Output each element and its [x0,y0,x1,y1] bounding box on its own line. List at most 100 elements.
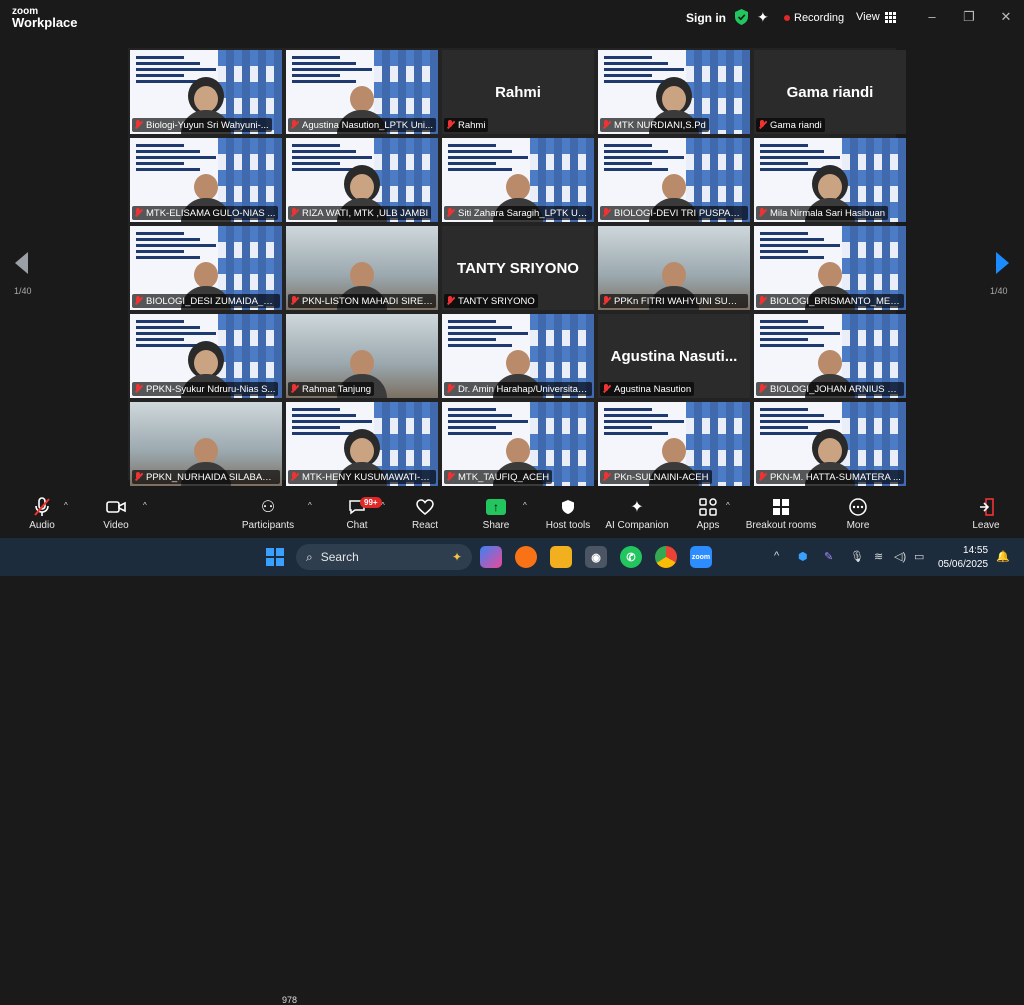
participants-icon: ⚇ [260,499,276,516]
taskbar-search-box[interactable]: ⌕ Search ✦ [296,544,472,570]
previous-page-arrow-icon[interactable] [15,252,28,274]
file-explorer-app-icon[interactable] [550,546,572,568]
sign-in-button[interactable]: Sign in [686,11,726,25]
participant-name: Gama riandi [770,119,822,131]
close-icon[interactable]: ✕ [999,10,1013,24]
participant-tile[interactable]: PPKN-Syukur Ndruru-Nias S... [130,314,282,398]
wifi-icon[interactable]: ≋ [874,550,883,563]
participant-name-tag: BIOLOGI_JOHAN ARNIUS LA... [756,382,904,396]
more-button[interactable]: More [838,496,878,531]
restore-icon[interactable]: ❐ [962,10,976,24]
react-label: React [411,520,439,531]
participant-name: Rahmat Tanjung [302,383,372,395]
volume-icon[interactable]: ◁) [894,550,906,563]
participant-name-tag: Mila Nirmala Sari Hasibuan [756,206,889,220]
participant-tile[interactable]: Siti Zahara Saragih_LPTK ULB [442,138,594,222]
share-options-chevron-icon[interactable]: ^ [523,501,527,510]
security-shield-icon[interactable] [734,9,749,25]
camera-app-icon[interactable]: ◉ [585,546,607,568]
chat-label: Chat [346,520,368,531]
firefox-app-icon[interactable] [515,546,537,568]
participant-tile[interactable]: MTK-HENY KUSUMAWATI-L... [286,402,438,486]
apps-options-chevron-icon[interactable]: ^ [726,501,730,510]
participant-tile[interactable]: Gama riandi Gama riandi [754,50,906,134]
participant-name: TANTY SRIYONO [458,295,535,307]
participant-tile[interactable]: PKn-SULNAINI-ACEH [598,402,750,486]
muted-mic-icon [290,208,299,218]
defender-icon[interactable]: ⬢ [798,550,808,563]
muted-mic-icon [290,120,299,130]
participant-name: Rahmi [458,119,486,131]
video-button[interactable]: Video [96,496,136,531]
next-page-arrow-icon[interactable] [996,252,1009,274]
minimize-icon[interactable]: – [925,10,939,24]
muted-microphone-icon [34,497,50,516]
participant-name-tag: BIOLOGI-DEVI TRI PUSPAND... [600,206,748,220]
copilot-app-icon[interactable] [480,546,502,568]
participant-name: BIOLOGI-DEVI TRI PUSPAND... [614,207,745,219]
view-button[interactable]: View [856,11,896,23]
share-label: Share [482,520,510,531]
zoom-logo: zoom Workplace [12,6,78,29]
participants-options-chevron-icon[interactable]: ^ [308,501,312,510]
audio-options-chevron-icon[interactable]: ^ [64,501,68,510]
participant-name-tag: PKn-SULNAINI-ACEH [600,470,712,484]
participant-tile[interactable]: Mila Nirmala Sari Hasibuan [754,138,906,222]
breakout-rooms-button[interactable]: Breakout rooms [743,496,819,531]
pen-app-icon[interactable]: ✎ [824,550,833,563]
participant-tile[interactable]: PKN-LISTON MAHADI SIREG... [286,226,438,310]
participant-tile[interactable]: PPKn FITRI WAHYUNI SUMA... [598,226,750,310]
participant-tile[interactable]: PPKN_NURHAIDA SILABAN_... [130,402,282,486]
whatsapp-app-icon[interactable]: ✆ [620,546,642,568]
taskbar-clock[interactable]: 14:55 05/06/2025 [938,544,988,572]
apps-button[interactable]: Apps [688,496,728,531]
participant-tile[interactable]: RIZA WATI, MTK ,ULB JAMBI [286,138,438,222]
notification-bell-icon[interactable]: 🔔 [996,550,1010,563]
participant-tile[interactable]: MTK_TAUFIQ_ACEH [442,402,594,486]
video-label: Video [103,520,129,531]
microphone-tray-icon[interactable]: 🎙 [850,550,864,563]
video-options-chevron-icon[interactable]: ^ [143,501,147,510]
participant-tile[interactable]: TANTY SRIYONO TANTY SRIYONO [442,226,594,310]
participant-tile[interactable]: BIOLOGI-DEVI TRI PUSPAND... [598,138,750,222]
leave-button[interactable]: Leave [966,496,1006,531]
page-indicator-left: 1/40 [14,286,32,296]
ai-companion-button[interactable]: ✦ AI Companion [603,496,671,531]
battery-icon[interactable]: ▭ [914,550,924,563]
participant-name-tag: MTK NURDIANI,S.Pd [600,118,709,132]
participant-tile[interactable]: Biologi-Yuyun Sri Wahyuni-... [130,50,282,134]
chrome-app-icon[interactable] [655,546,677,568]
participant-name: Dr. Amin Harahap/Universitas L... [458,383,589,395]
participant-tile[interactable]: Agustina Nasuti... Agustina Nasution [598,314,750,398]
participant-tile[interactable]: Rahmat Tanjung [286,314,438,398]
share-button[interactable]: ↑ Share [476,496,516,531]
recording-indicator[interactable]: Recording [784,12,844,24]
ai-sparkle-icon[interactable]: ✦ [757,9,769,26]
participant-tile[interactable]: Dr. Amin Harahap/Universitas L... [442,314,594,398]
muted-mic-icon [446,120,455,130]
participant-tile[interactable]: Agustina Nasution_LPTK Uni... [286,50,438,134]
participant-name: MTK-ELISAMA GULO-NIAS ... [146,207,276,219]
participant-name-tag: Siti Zahara Saragih_LPTK ULB [444,206,592,220]
participant-tile[interactable]: BIOLOGI_BRISMANTO_MERA... [754,226,906,310]
share-screen-icon: ↑ [486,499,506,515]
host-tools-button[interactable]: Host tools [540,496,596,531]
participant-name-tag: MTK-ELISAMA GULO-NIAS ... [132,206,279,220]
participant-tile[interactable]: BIOLOGI_DESI ZUMAIDA_JA... [130,226,282,310]
participant-tile[interactable]: MTK-ELISAMA GULO-NIAS ... [130,138,282,222]
participant-tile[interactable]: Rahmi Rahmi [442,50,594,134]
react-button[interactable]: React [405,496,445,531]
windows-taskbar [0,538,1024,576]
participant-tile[interactable]: MTK NURDIANI,S.Pd [598,50,750,134]
windows-start-icon[interactable] [266,548,284,566]
participant-name: PPKn FITRI WAHYUNI SUMA... [614,295,745,307]
participant-tile[interactable]: BIOLOGI_JOHAN ARNIUS LA... [754,314,906,398]
participant-tile[interactable]: PKN-M. HATTA-SUMATERA ... [754,402,906,486]
audio-button[interactable]: Audio [22,496,62,531]
leave-door-icon [980,498,994,516]
zoom-app-icon[interactable]: zoom [690,546,712,568]
page-indicator-right: 1/40 [990,286,1008,296]
participant-name: BIOLOGI_BRISMANTO_MERA... [770,295,901,307]
tray-chevron-icon[interactable]: ^ [774,550,779,562]
participants-button[interactable]: ⚇ Participants [238,496,298,531]
